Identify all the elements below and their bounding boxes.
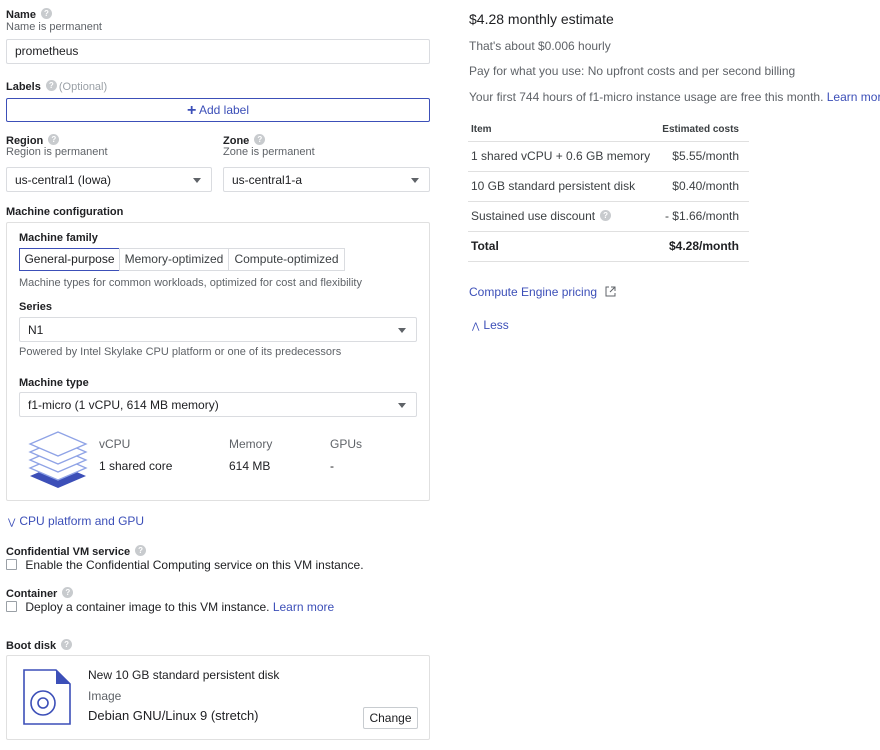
help-icon[interactable] bbox=[600, 210, 612, 221]
estimate-title: $4.28 monthly estimate bbox=[469, 11, 614, 27]
cpu-platform-toggle[interactable]: ⋁ CPU platform and GPU bbox=[8, 514, 144, 528]
dropdown-arrow-icon bbox=[193, 178, 201, 183]
zone-hint: Zone is permanent bbox=[223, 146, 315, 158]
plus-icon: + bbox=[186, 102, 197, 119]
machine-family-tabs: General-purpose Memory-optimized Compute… bbox=[19, 248, 345, 271]
help-icon[interactable] bbox=[45, 80, 57, 91]
zone-select[interactable]: us-central1-a bbox=[223, 167, 430, 192]
help-icon[interactable] bbox=[135, 545, 147, 556]
series-select[interactable]: N1 bbox=[19, 317, 417, 342]
tab-general-purpose[interactable]: General-purpose bbox=[19, 248, 120, 271]
confidential-vm-option: Enable the Confidential Computing servic… bbox=[6, 558, 364, 572]
cost-table-header: Item Estimated costs bbox=[468, 119, 749, 142]
memory-label: Memory bbox=[229, 437, 273, 451]
labels-label: Labels(Optional) bbox=[6, 80, 107, 93]
tab-memory-optimized[interactable]: Memory-optimized bbox=[119, 248, 229, 271]
column-item: Item bbox=[468, 119, 657, 142]
compute-engine-pricing-link[interactable]: Compute Engine pricing bbox=[469, 285, 616, 299]
container-checkbox[interactable] bbox=[6, 601, 17, 612]
container-label: Container bbox=[6, 587, 74, 600]
container-learn-more-link[interactable]: Learn more bbox=[273, 600, 334, 614]
series-label: Series bbox=[19, 301, 53, 313]
vcpu-value: 1 shared core bbox=[99, 459, 173, 473]
confidential-vm-label: Confidential VM service bbox=[6, 545, 147, 558]
tab-compute-optimized[interactable]: Compute-optimized bbox=[228, 248, 345, 271]
free-tier-learn-more-link[interactable]: Learn more bbox=[827, 90, 880, 104]
estimate-pay-note: Pay for what you use: No upfront costs a… bbox=[469, 64, 796, 78]
gpus-value: - bbox=[330, 459, 334, 473]
machine-config-card: Machine family General-purpose Memory-op… bbox=[6, 222, 430, 501]
cost-table: Item Estimated costs 1 shared vCPU + 0.6… bbox=[468, 119, 749, 262]
machine-type-select[interactable]: f1-micro (1 vCPU, 614 MB memory) bbox=[19, 392, 417, 417]
region-select[interactable]: us-central1 (Iowa) bbox=[6, 167, 212, 192]
less-toggle[interactable]: ⋀ Less bbox=[472, 318, 509, 332]
add-label-button[interactable]: + Add label bbox=[6, 98, 430, 122]
boot-disk-image-label: Image bbox=[88, 689, 122, 703]
external-link-icon bbox=[605, 286, 616, 297]
machine-type-label: Machine type bbox=[19, 377, 89, 389]
help-icon[interactable] bbox=[254, 134, 266, 145]
gpus-label: GPUs bbox=[330, 437, 363, 451]
table-row: 10 GB standard persistent disk $0.40/mon… bbox=[468, 171, 749, 202]
boot-disk-label: Boot disk bbox=[6, 639, 73, 652]
help-icon[interactable] bbox=[62, 587, 74, 598]
layers-icon bbox=[28, 431, 88, 488]
name-hint: Name is permanent bbox=[6, 21, 102, 33]
name-input[interactable]: prometheus bbox=[6, 39, 430, 64]
table-row-total: Total $4.28/month bbox=[468, 231, 749, 262]
estimate-free-note: Your first 744 hours of f1-micro instanc… bbox=[469, 90, 880, 104]
confidential-vm-checkbox[interactable] bbox=[6, 559, 17, 570]
table-row: 1 shared vCPU + 0.6 GB memory $5.55/mont… bbox=[468, 141, 749, 172]
help-icon[interactable] bbox=[40, 8, 52, 19]
disk-icon bbox=[23, 669, 71, 725]
boot-disk-card: New 10 GB standard persistent disk Image… bbox=[6, 655, 430, 740]
vcpu-label: vCPU bbox=[99, 437, 131, 451]
region-hint: Region is permanent bbox=[6, 146, 108, 158]
help-icon[interactable] bbox=[61, 639, 73, 650]
chevron-double-up-icon: ⋀ bbox=[472, 321, 480, 331]
change-boot-disk-button[interactable]: Change bbox=[363, 707, 418, 729]
machine-config-title: Machine configuration bbox=[6, 206, 124, 218]
name-label: Name bbox=[6, 8, 52, 21]
dropdown-arrow-icon bbox=[398, 403, 406, 408]
table-row: Sustained use discount - $1.66/month bbox=[468, 201, 749, 232]
column-estimated-costs: Estimated costs bbox=[656, 119, 749, 142]
machine-family-label: Machine family bbox=[19, 232, 98, 244]
series-description: Powered by Intel Skylake CPU platform or… bbox=[19, 346, 342, 358]
help-icon[interactable] bbox=[48, 134, 60, 145]
estimate-hourly: That's about $0.006 hourly bbox=[469, 39, 611, 53]
container-option: Deploy a container image to this VM inst… bbox=[6, 600, 334, 614]
chevron-double-down-icon: ⋁ bbox=[8, 517, 16, 527]
memory-value: 614 MB bbox=[229, 459, 271, 473]
machine-family-description: Machine types for common workloads, opti… bbox=[19, 277, 362, 289]
dropdown-arrow-icon bbox=[398, 328, 406, 333]
dropdown-arrow-icon bbox=[411, 178, 419, 183]
boot-disk-image-value: Debian GNU/Linux 9 (stretch) bbox=[88, 708, 259, 723]
boot-disk-title: New 10 GB standard persistent disk bbox=[88, 668, 280, 682]
